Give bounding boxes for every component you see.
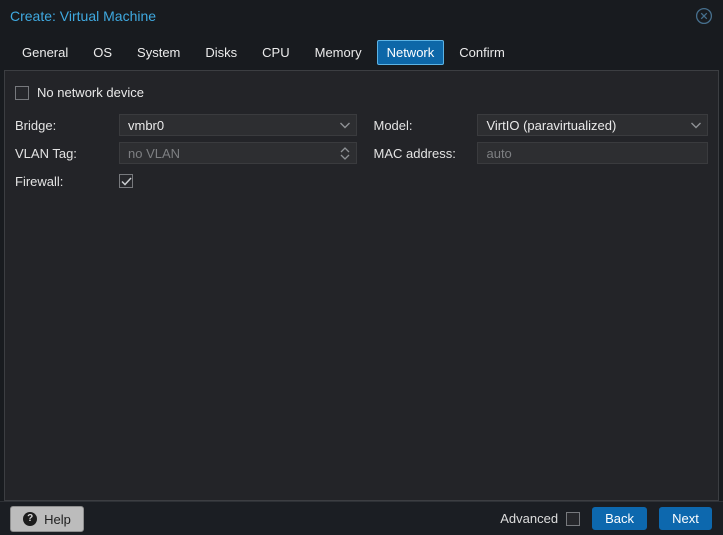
bridge-value: vmbr0 bbox=[128, 117, 165, 133]
tab-cpu[interactable]: CPU bbox=[252, 40, 299, 65]
advanced-toggle: Advanced bbox=[500, 511, 581, 526]
model-combobox[interactable]: VirtIO (paravirtualized) bbox=[477, 114, 708, 136]
form-left-column: Bridge: vmbr0 VLAN Tag: no VLAN Firewall… bbox=[15, 114, 358, 192]
tab-network[interactable]: Network bbox=[376, 39, 445, 65]
vlan-tag-label: VLAN Tag: bbox=[15, 145, 77, 161]
advanced-label: Advanced bbox=[500, 511, 559, 526]
close-icon[interactable] bbox=[695, 7, 713, 25]
model-row: Model: VirtIO (paravirtualized) bbox=[373, 114, 708, 136]
help-button-label: Help bbox=[44, 511, 71, 527]
vlan-tag-spinner-field[interactable]: no VLAN bbox=[119, 142, 358, 164]
bridge-combobox[interactable]: vmbr0 bbox=[119, 114, 358, 136]
vlan-tag-row: VLAN Tag: no VLAN bbox=[15, 142, 358, 164]
question-circle-icon: ? bbox=[23, 512, 38, 526]
network-form: Bridge: vmbr0 VLAN Tag: no VLAN Firewall… bbox=[15, 114, 708, 192]
bridge-dropdown-trigger[interactable] bbox=[334, 115, 356, 135]
tab-os[interactable]: OS bbox=[83, 40, 122, 65]
firewall-row: Firewall: bbox=[15, 170, 357, 192]
create-vm-dialog: Create: Virtual Machine General OS Syste… bbox=[0, 0, 723, 535]
model-label: Model: bbox=[373, 117, 413, 133]
chevron-down-icon bbox=[691, 122, 701, 129]
tab-confirm[interactable]: Confirm bbox=[449, 40, 515, 65]
circle-x-icon bbox=[695, 7, 713, 25]
no-network-device-label: No network device bbox=[37, 85, 144, 100]
chevron-up-icon bbox=[341, 146, 350, 152]
tab-general[interactable]: General bbox=[12, 40, 78, 65]
dialog-title: Create: Virtual Machine bbox=[10, 8, 157, 24]
no-network-device-checkbox[interactable] bbox=[15, 85, 29, 100]
firewall-checkbox[interactable] bbox=[119, 174, 133, 188]
back-button[interactable]: Back bbox=[592, 507, 647, 530]
vlan-tag-spinner-trigger[interactable] bbox=[334, 143, 356, 163]
wizard-tabbar: General OS System Disks CPU Memory Netwo… bbox=[0, 34, 723, 70]
dialog-titlebar: Create: Virtual Machine bbox=[0, 0, 723, 34]
mac-address-input[interactable] bbox=[477, 142, 708, 164]
dialog-footer: ? Help Advanced Back Next bbox=[0, 501, 723, 535]
mac-address-label: MAC address: bbox=[373, 145, 456, 161]
next-button[interactable]: Next bbox=[659, 507, 712, 530]
help-button[interactable]: ? Help bbox=[10, 506, 84, 532]
tab-system[interactable]: System bbox=[127, 40, 190, 65]
network-tab-panel: No network device Bridge: vmbr0 VLAN Tag… bbox=[4, 70, 719, 501]
firewall-label: Firewall: bbox=[15, 173, 64, 189]
bridge-label: Bridge: bbox=[15, 117, 57, 133]
form-right-column: Model: VirtIO (paravirtualized) MAC addr… bbox=[373, 114, 708, 164]
tab-disks[interactable]: Disks bbox=[195, 40, 247, 65]
model-dropdown-trigger[interactable] bbox=[685, 115, 707, 135]
advanced-checkbox[interactable] bbox=[566, 511, 581, 526]
mac-address-row: MAC address: bbox=[373, 142, 708, 164]
tab-memory[interactable]: Memory bbox=[305, 40, 372, 65]
footer-actions: Advanced Back Next bbox=[500, 502, 712, 535]
vlan-tag-value: no VLAN bbox=[128, 145, 181, 161]
model-value: VirtIO (paravirtualized) bbox=[486, 117, 617, 133]
chevron-down-icon bbox=[340, 122, 351, 129]
no-network-device-row: No network device bbox=[15, 85, 708, 100]
bridge-row: Bridge: vmbr0 bbox=[15, 114, 358, 136]
chevron-down-icon bbox=[341, 154, 350, 160]
checkmark-icon bbox=[120, 176, 132, 186]
